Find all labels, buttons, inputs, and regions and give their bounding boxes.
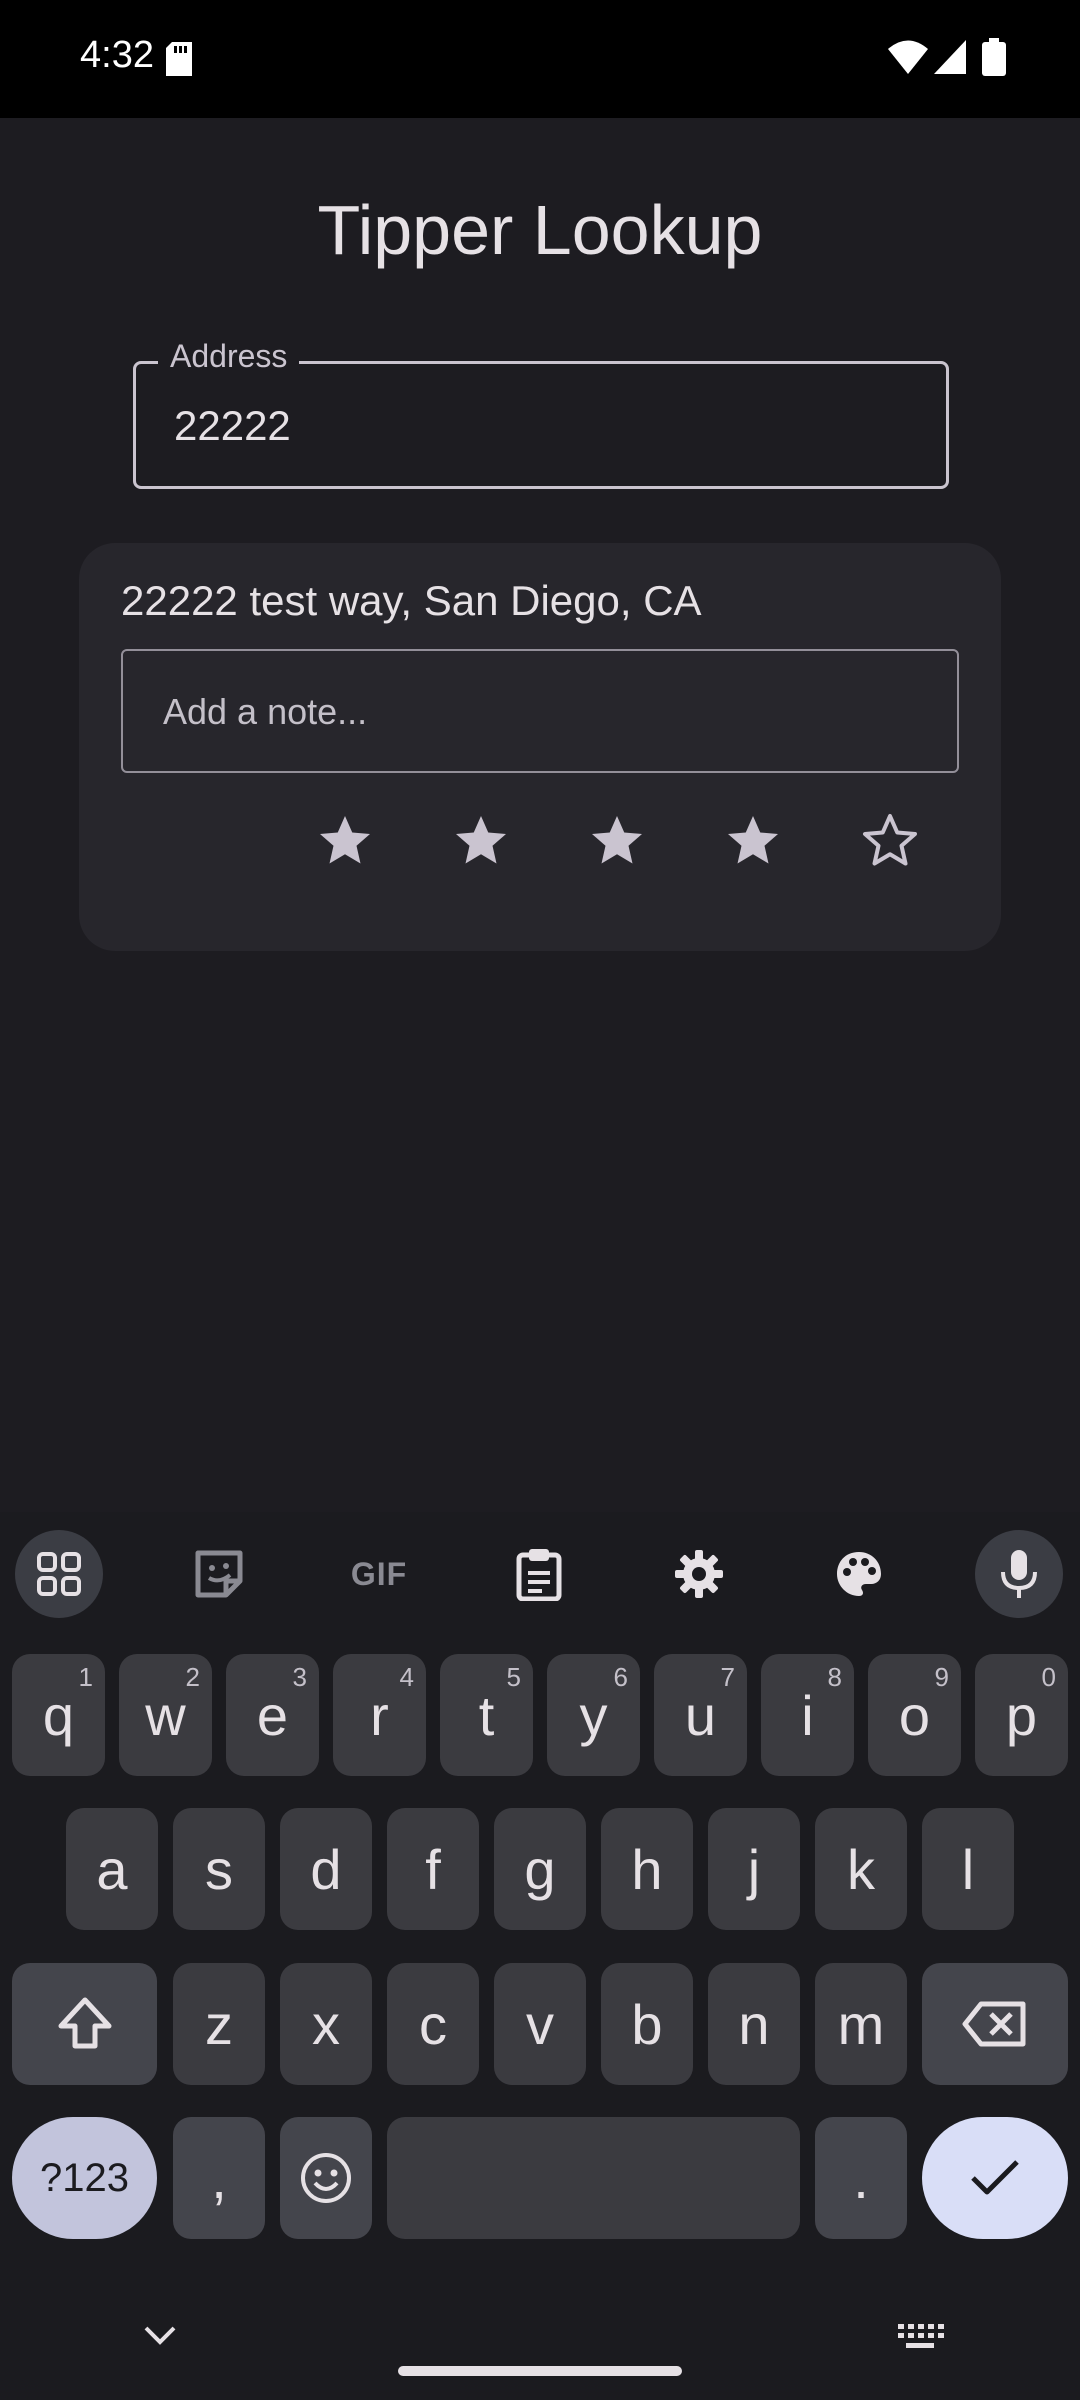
palette-icon[interactable]: [815, 1530, 903, 1618]
key-m[interactable]: m: [815, 1963, 907, 2085]
emoji-icon: [301, 2153, 351, 2203]
key-e[interactable]: e3: [226, 1654, 319, 1776]
key-k[interactable]: k: [815, 1808, 907, 1930]
key-c[interactable]: c: [387, 1963, 479, 2085]
address-input-value[interactable]: 22222: [174, 402, 291, 450]
symbols-key[interactable]: ?123: [12, 2117, 157, 2239]
comma-key[interactable]: ,: [173, 2117, 265, 2239]
apps-grid-icon[interactable]: [15, 1530, 103, 1618]
key-i[interactable]: i8: [761, 1654, 854, 1776]
result-address: 22222 test way, San Diego, CA: [121, 577, 702, 624]
key-h[interactable]: h: [601, 1808, 693, 1930]
page-title: Tipper Lookup: [317, 191, 763, 269]
microphone-icon[interactable]: [975, 1530, 1063, 1618]
star-3-icon[interactable]: [587, 811, 647, 871]
gif-label: GIF: [350, 1555, 408, 1592]
key-o[interactable]: o9: [868, 1654, 961, 1776]
key-f[interactable]: f: [387, 1808, 479, 1930]
emoji-key[interactable]: [280, 2117, 372, 2239]
hide-keyboard-chevron-icon[interactable]: [140, 2320, 180, 2350]
checkmark-icon: [971, 2160, 1019, 2195]
status-time: 4:32: [80, 34, 154, 76]
key-u[interactable]: u7: [654, 1654, 747, 1776]
key-a[interactable]: a: [66, 1808, 158, 1930]
note-field[interactable]: Add a note...: [121, 649, 959, 773]
sd-card-icon: [166, 42, 192, 76]
status-bar: 4:32: [0, 0, 1080, 118]
star-4-icon[interactable]: [723, 811, 783, 871]
gif-icon[interactable]: GIF: [335, 1530, 423, 1618]
clipboard-icon[interactable]: [495, 1530, 583, 1618]
key-s[interactable]: s: [173, 1808, 265, 1930]
keyboard-switch-icon[interactable]: [896, 2322, 944, 2352]
settings-gear-icon[interactable]: [655, 1530, 743, 1618]
home-indicator[interactable]: [398, 2366, 682, 2376]
address-field-label: Address: [158, 338, 300, 375]
star-2-icon[interactable]: [451, 811, 511, 871]
shift-arrow-icon: [58, 1997, 111, 2049]
key-j[interactable]: j: [708, 1808, 800, 1930]
keyboard: [0, 1512, 1080, 2400]
sticker-icon[interactable]: [175, 1530, 263, 1618]
key-z[interactable]: z: [173, 1963, 265, 2085]
key-t[interactable]: t5: [440, 1654, 533, 1776]
address-field[interactable]: Address 22222: [133, 338, 949, 489]
key-v[interactable]: v: [494, 1963, 586, 2085]
result-card: 22222 test way, San Diego, CA Add a note…: [79, 543, 1001, 951]
enter-key[interactable]: [922, 2117, 1068, 2239]
key-y[interactable]: y6: [547, 1654, 640, 1776]
key-b[interactable]: b: [601, 1963, 693, 2085]
star-1-icon[interactable]: [315, 811, 375, 871]
key-w[interactable]: w2: [119, 1654, 212, 1776]
wifi-icon: [888, 40, 928, 74]
key-q[interactable]: q1: [12, 1654, 105, 1776]
key-l[interactable]: l: [922, 1808, 1014, 1930]
key-p[interactable]: p0: [975, 1654, 1068, 1776]
key-r[interactable]: r4: [333, 1654, 426, 1776]
battery-icon: [982, 38, 1006, 76]
signal-icon: [934, 40, 966, 74]
note-placeholder: Add a note...: [163, 691, 368, 732]
key-g[interactable]: g: [494, 1808, 586, 1930]
key-d[interactable]: d: [280, 1808, 372, 1930]
key-n[interactable]: n: [708, 1963, 800, 2085]
space-key[interactable]: [387, 2117, 800, 2239]
star-5-icon[interactable]: [860, 811, 920, 871]
key-x[interactable]: x: [280, 1963, 372, 2085]
period-key[interactable]: .: [815, 2117, 907, 2239]
backspace-icon: [962, 2001, 1026, 2047]
shift-key[interactable]: [12, 1963, 157, 2085]
backspace-key[interactable]: [922, 1963, 1068, 2085]
